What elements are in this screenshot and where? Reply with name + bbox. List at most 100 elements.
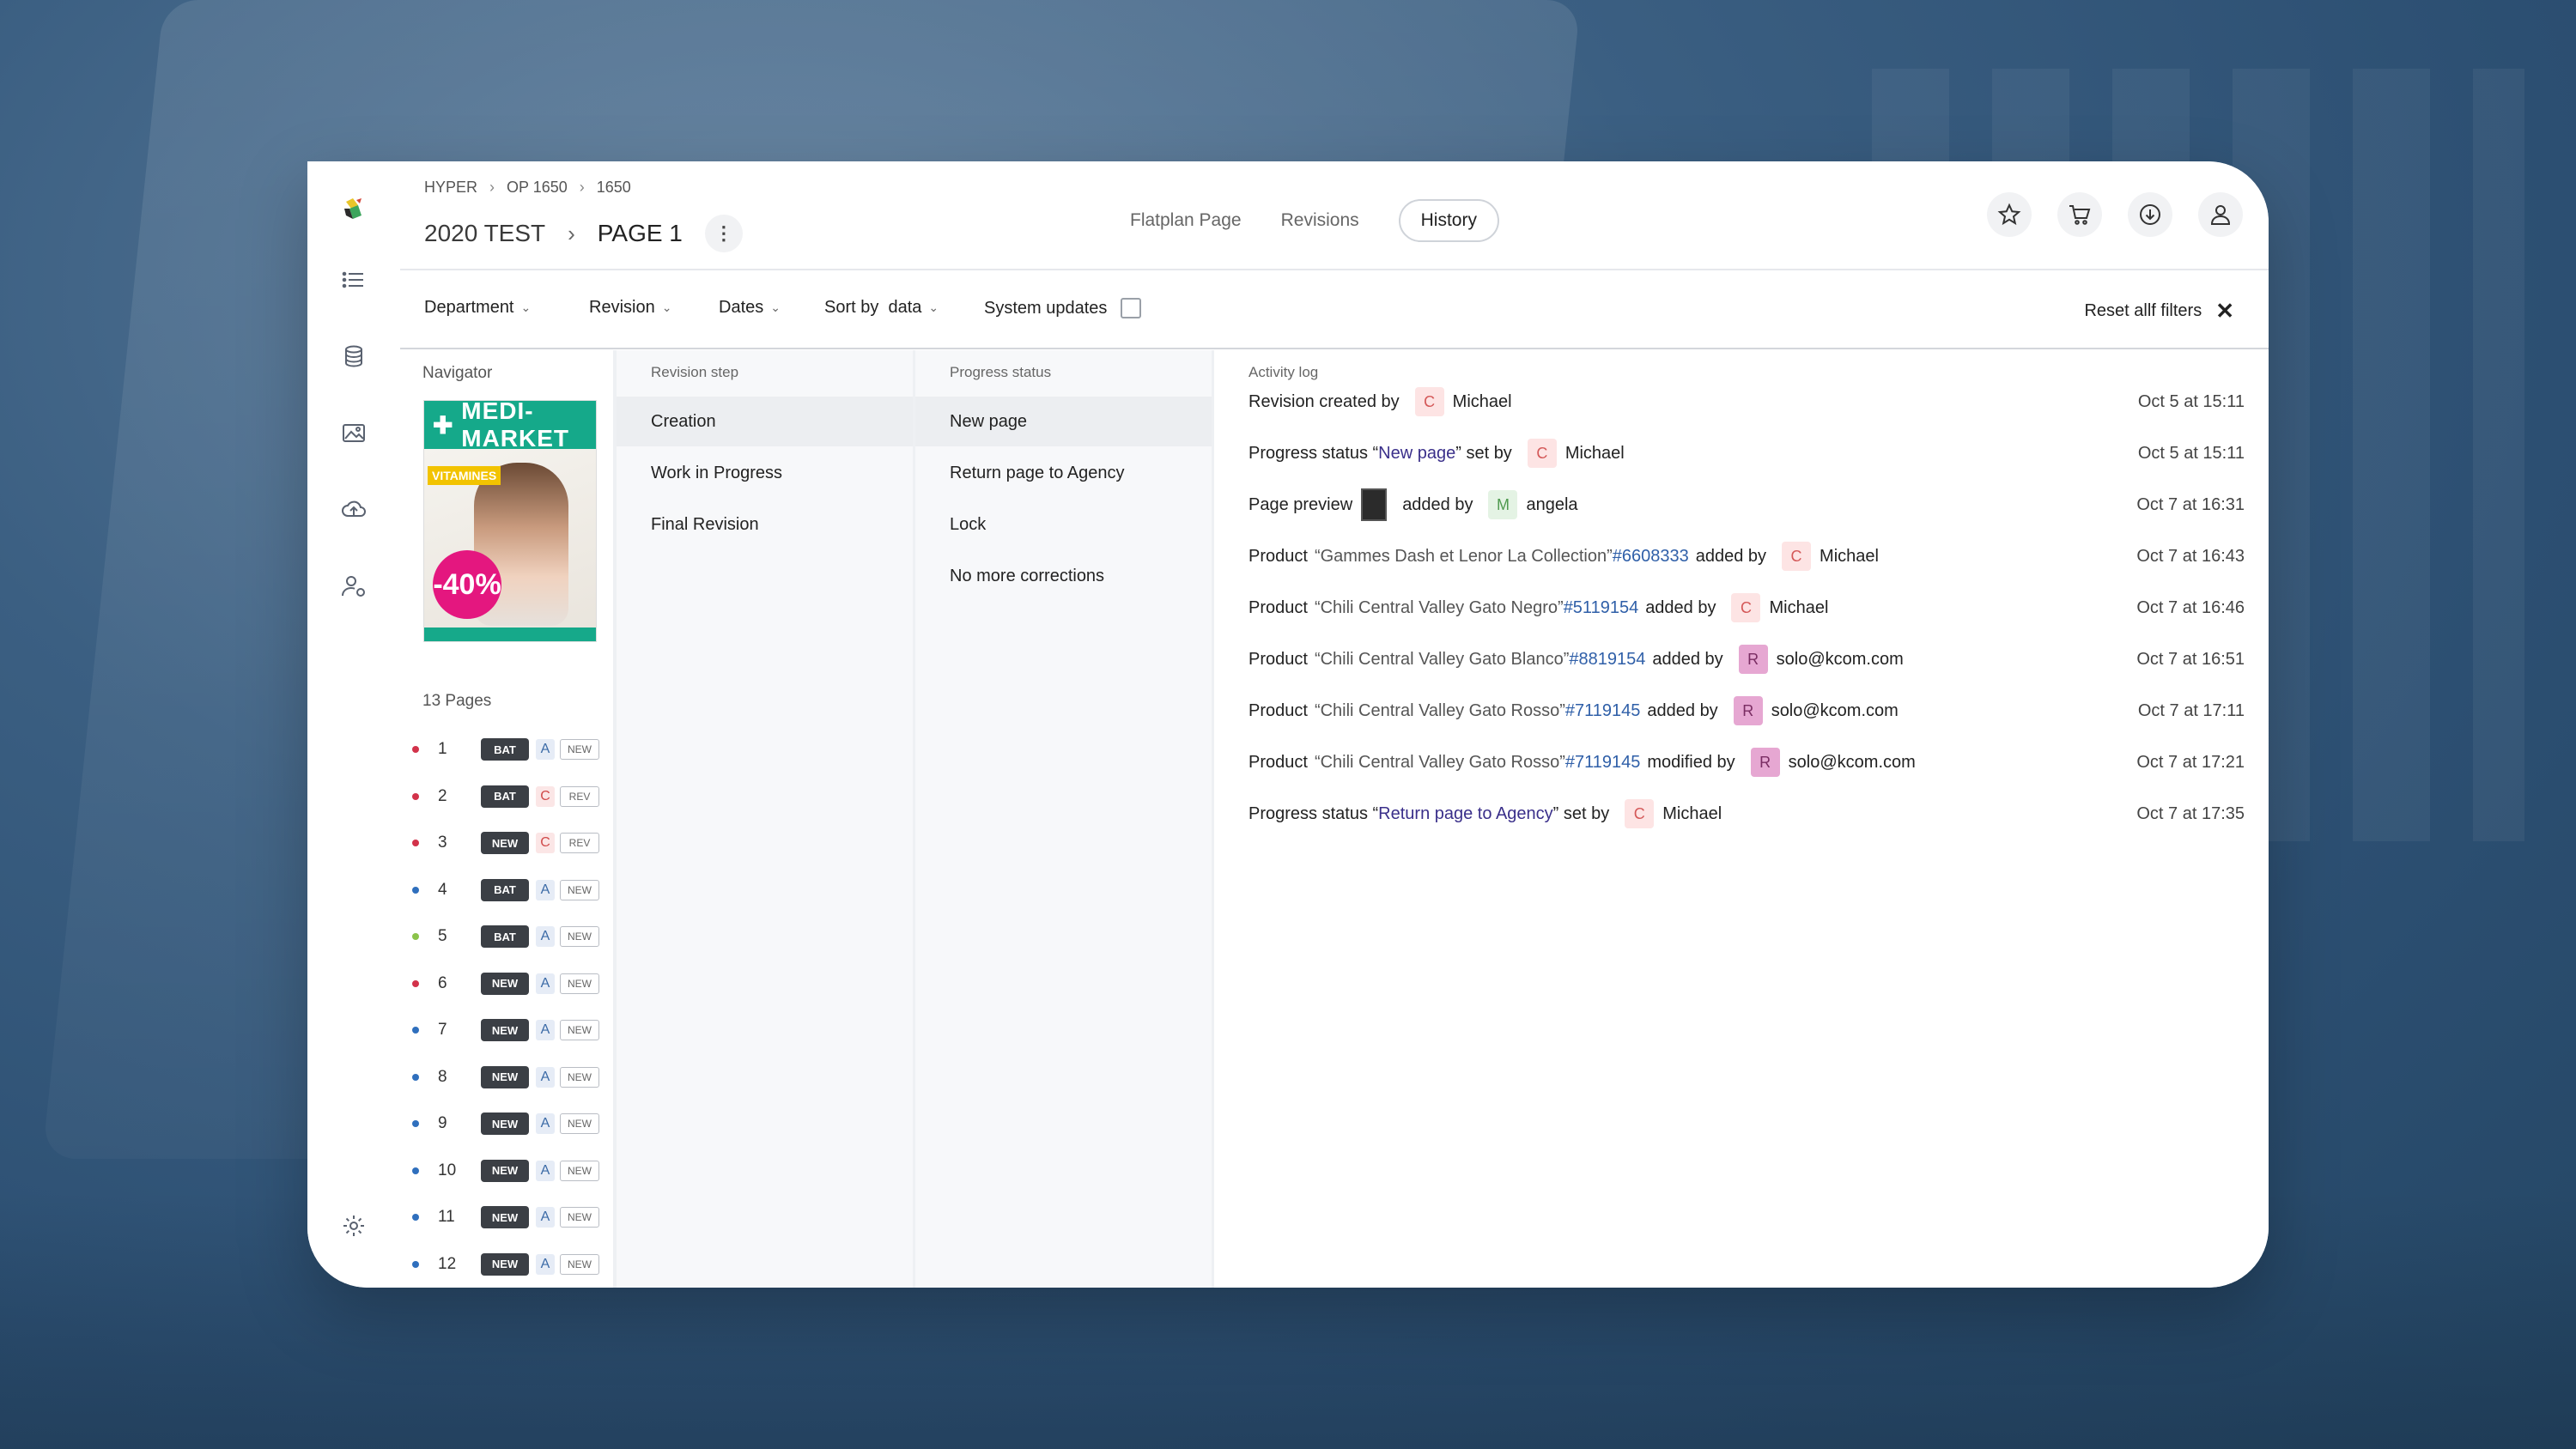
page-status-badge: NEW: [481, 1252, 529, 1276]
progress-status-item[interactable]: No more corrections: [915, 551, 1212, 601]
view-tabs: Flatplan Page Revisions History: [1130, 199, 1499, 242]
log-user: Michael: [1452, 391, 1512, 411]
page-status-dot: [412, 840, 419, 846]
revision-filter[interactable]: Revision ⌄: [589, 298, 671, 318]
log-timestamp: Oct 5 at 15:11: [2137, 391, 2245, 411]
cart-icon[interactable]: [2057, 192, 2102, 237]
page-list-item[interactable]: 9 NEW A NEW: [412, 1111, 599, 1137]
system-updates-label: System updates: [984, 298, 1108, 318]
page-status-badge: NEW: [481, 1206, 529, 1228]
user-settings-icon[interactable]: [335, 567, 373, 605]
page-list-item[interactable]: 5 BAT A NEW: [412, 924, 599, 949]
breadcrumb-item[interactable]: OP 1650: [507, 179, 568, 197]
page-list-item[interactable]: 10 NEW A NEW: [412, 1158, 599, 1184]
page-status-dot: [412, 1073, 419, 1081]
department-filter[interactable]: Department ⌄: [424, 298, 531, 318]
list-icon[interactable]: [335, 261, 373, 299]
page-list-item[interactable]: 12 NEW A NEW: [412, 1252, 599, 1277]
close-icon: ✕: [2215, 298, 2234, 324]
page-preview-thumbnail[interactable]: [1361, 488, 1388, 521]
progress-status-item[interactable]: Lock: [915, 500, 1212, 549]
cloud-upload-icon[interactable]: [335, 491, 373, 529]
log-user: Michael: [1662, 803, 1722, 823]
log-product-link[interactable]: #5119154: [1564, 598, 1639, 618]
page-thumbnail[interactable]: ✚ MEDI-MARKET VITAMINES -40%: [423, 400, 597, 642]
pages-count: 13 Pages: [422, 692, 492, 710]
page-list-item[interactable]: 7 NEW A NEW: [412, 1017, 599, 1043]
page-status-badge: NEW: [481, 1065, 529, 1088]
log-product-link[interactable]: #7119145: [1565, 753, 1641, 773]
settings-gear-icon[interactable]: [335, 1207, 373, 1245]
reset-filters-button[interactable]: Reset allf filters ✕: [2084, 298, 2234, 324]
database-icon[interactable]: [335, 337, 373, 375]
more-options-button[interactable]: ⋮: [704, 215, 743, 252]
page-status-badge: NEW: [481, 1159, 529, 1182]
breadcrumb: HYPER › OP 1650 › 1650: [424, 179, 631, 197]
left-rail: [307, 161, 400, 1288]
log-progress-status[interactable]: New page: [1378, 444, 1455, 464]
system-updates-checkbox[interactable]: [1121, 298, 1142, 318]
page-status-badge: BAT: [481, 785, 529, 808]
page-list-item[interactable]: 3 NEW C REV: [412, 830, 599, 856]
page-number: 5: [438, 927, 447, 945]
page-status-badge: NEW: [481, 1019, 529, 1041]
breadcrumb-item[interactable]: HYPER: [424, 179, 477, 197]
page-list-item[interactable]: 4 BAT A NEW: [412, 877, 599, 903]
tab-history[interactable]: History: [1398, 199, 1499, 242]
tab-revisions[interactable]: Revisions: [1281, 210, 1359, 231]
log-text: Revision created by: [1249, 391, 1400, 411]
activity-log-entry: Product “Chili Central Valley Gato Rosso”…: [1249, 745, 2245, 779]
page-owner-badge: A: [536, 739, 555, 760]
progress-status-item[interactable]: Return page to Agency: [915, 448, 1212, 498]
log-text: ” set by: [1455, 443, 1512, 463]
filter-bar: Department ⌄ Revision ⌄ Dates ⌄ Sort by dat…: [400, 270, 2269, 349]
thumbnail-tag: VITAMINES: [428, 466, 501, 485]
log-verb: modified by: [1647, 752, 1735, 772]
thumbnail-brand: ✚ MEDI-MARKET: [424, 401, 596, 452]
revision-step-column: Revision step Creation Work in Progress …: [617, 350, 914, 1288]
log-product-link[interactable]: #6608333: [1613, 547, 1689, 567]
app-window: HYPER › OP 1650 › 1650 2020 TEST › PAGE …: [307, 161, 2269, 1288]
log-text: Product: [1249, 752, 1308, 772]
chevron-right-icon: ›: [489, 179, 495, 196]
user-icon[interactable]: [2198, 192, 2243, 237]
page-title-current: PAGE 1: [597, 220, 683, 246]
log-timestamp: Oct 7 at 16:46: [2136, 597, 2245, 617]
page-number: 8: [438, 1067, 447, 1086]
page-owner-badge: A: [536, 1160, 555, 1181]
page-owner-badge: A: [536, 1253, 555, 1275]
page-status-dot: [412, 1120, 419, 1127]
page-status-dot: [412, 746, 419, 753]
star-icon[interactable]: [1987, 192, 2032, 237]
download-icon[interactable]: [2128, 192, 2172, 237]
revision-step-item[interactable]: Creation: [617, 397, 914, 446]
revision-step-item[interactable]: Work in Progress: [617, 448, 914, 498]
log-product-link[interactable]: #8819154: [1569, 650, 1645, 670]
progress-status-item[interactable]: New page: [915, 397, 1212, 446]
page-list-item[interactable]: 8 NEW A NEW: [412, 1064, 599, 1090]
page-list-item[interactable]: 2 BAT C REV: [412, 784, 599, 809]
log-verb: added by: [1402, 494, 1473, 514]
project-title[interactable]: 2020 TEST: [424, 220, 545, 247]
tab-flatplan-page[interactable]: Flatplan Page: [1130, 210, 1242, 231]
page-number: 11: [438, 1208, 455, 1226]
sort-filter[interactable]: Sort by data ⌄: [824, 298, 939, 318]
breadcrumb-item[interactable]: 1650: [597, 179, 631, 197]
page-list-item[interactable]: 6 NEW A NEW: [412, 971, 599, 997]
log-progress-status[interactable]: Return page to Agency: [1378, 804, 1552, 824]
page-number: 9: [438, 1114, 447, 1132]
dates-filter[interactable]: Dates ⌄: [719, 298, 781, 318]
revision-step-item[interactable]: Final Revision: [617, 500, 914, 549]
chevron-right-icon: ›: [568, 220, 575, 246]
system-updates-toggle[interactable]: System updates: [984, 298, 1142, 318]
page-list-item[interactable]: 11 NEW A NEW: [412, 1204, 599, 1230]
page-revision-tag: NEW: [560, 879, 599, 900]
progress-status-title: Progress status: [950, 364, 1052, 380]
page-status-badge: NEW: [481, 832, 529, 854]
app-logo[interactable]: [335, 191, 373, 228]
image-gallery-icon[interactable]: [335, 414, 373, 452]
log-product-link[interactable]: #7119145: [1565, 701, 1641, 721]
navigator-panel: Navigator ✚ MEDI-MARKET VITAMINES -40% 1…: [400, 350, 615, 1288]
log-text: Product: [1249, 546, 1308, 566]
page-list-item[interactable]: 1 BAT A NEW: [412, 737, 599, 762]
